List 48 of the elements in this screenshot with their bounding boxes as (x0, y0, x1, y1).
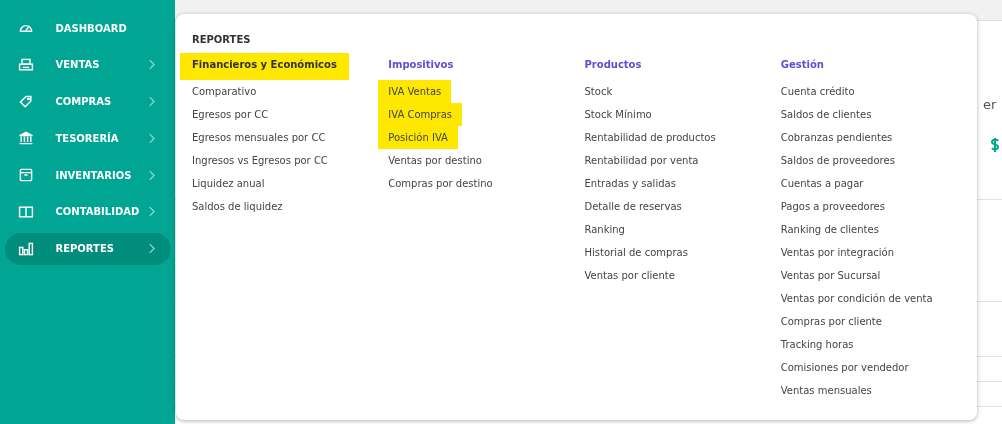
menu-link[interactable]: Comparativo (192, 80, 257, 103)
menu-link[interactable]: Detalle de reservas (584, 195, 682, 218)
menu-link[interactable]: Ventas mensuales (780, 379, 872, 402)
menu-link[interactable]: Cuentas a pagar (780, 172, 864, 195)
menu-link[interactable]: Ventas por destino (388, 149, 482, 172)
menu-link[interactable]: Rentabilidad por venta (584, 149, 699, 172)
menu-link[interactable]: Cuenta crédito (780, 80, 855, 103)
menu-link[interactable]: Ranking de clientes (780, 218, 879, 241)
menu-link[interactable]: Ventas por Sucursal (780, 264, 881, 287)
book-icon (17, 204, 34, 220)
menu-link[interactable]: Ventas por cliente (584, 264, 675, 287)
heading-text: er (983, 97, 997, 112)
menu-link[interactable]: IVA Compras (378, 103, 463, 126)
menu-link[interactable]: Compras por destino (388, 172, 493, 195)
tag-icon (17, 93, 34, 110)
bar-chart-icon (17, 240, 34, 257)
menu-link[interactable]: Ranking (584, 218, 625, 241)
menu-link[interactable]: Saldos de liquidez (192, 195, 283, 218)
menu-link[interactable]: Ingresos vs Egresos por CC (192, 149, 328, 172)
menu-link[interactable]: Ventas por integración (780, 241, 894, 264)
printer-icon (17, 56, 34, 73)
menu-link[interactable]: Egresos mensuales por CC (192, 126, 326, 149)
column-heading: Impositivos (387, 58, 455, 72)
sidebar-item[interactable]: REPORTES (4, 232, 171, 265)
column-heading: Productos (583, 58, 643, 72)
menu-link[interactable]: Comisiones por vendedor (780, 356, 909, 379)
bank-icon (17, 130, 34, 147)
menu-title: REPORTES (192, 34, 252, 45)
menu-link[interactable]: Cobranzas pendientes (780, 126, 893, 149)
dollar-icon (989, 135, 1001, 155)
menu-link[interactable]: Liquidez anual (192, 172, 265, 195)
menu-link[interactable]: Saldos de proveedores (780, 149, 895, 172)
menu-link[interactable]: Historial de compras (584, 241, 688, 264)
menu-link[interactable]: Posición IVA (378, 126, 458, 149)
menu-link[interactable]: Saldos de clientes (780, 103, 872, 126)
menu-link[interactable]: Stock Mínimo (584, 103, 652, 126)
menu-link[interactable]: Tracking horas (780, 333, 854, 356)
menu-link[interactable]: IVA Ventas (378, 80, 452, 103)
menu-link[interactable]: Rentabilidad de productos (584, 126, 716, 149)
menu-link[interactable]: Ventas por condición de venta (780, 287, 933, 310)
menu-link[interactable]: Stock (584, 80, 613, 103)
menu-link[interactable]: Pagos a proveedores (780, 195, 885, 218)
menu-link[interactable]: Compras por cliente (780, 310, 882, 333)
menu-link[interactable]: Entradas y salidas (584, 172, 676, 195)
menu-link[interactable]: Egresos por CC (192, 103, 269, 126)
column-heading: Financieros y Económicos (180, 53, 349, 80)
box-icon (17, 167, 34, 184)
column-heading: Gestión (779, 58, 825, 72)
